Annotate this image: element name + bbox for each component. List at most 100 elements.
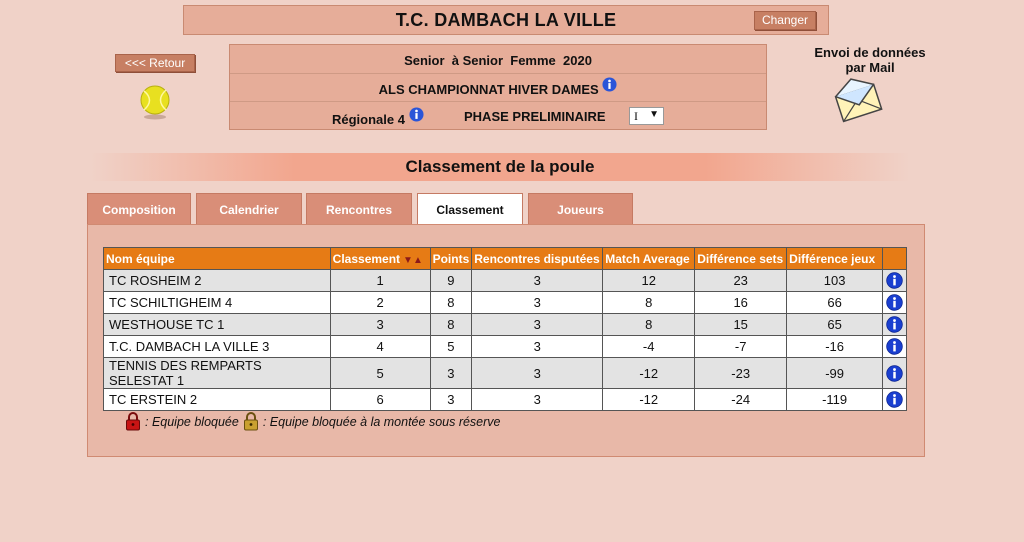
matches-played-cell: 3 — [471, 388, 604, 411]
ranking-table: Nom équipe Classement ▼▲ Points Rencontre… — [103, 247, 907, 411]
col-points[interactable]: Points — [429, 247, 473, 270]
info-icon[interactable] — [886, 338, 903, 355]
col-set-difference[interactable]: Différence sets — [694, 247, 788, 270]
rank-cell: 4 — [329, 335, 431, 358]
tab-rencontres[interactable]: Rencontres — [306, 193, 412, 225]
match-average-cell: -12 — [602, 388, 696, 411]
section-title: Classement de la poule — [405, 157, 595, 176]
info-cell — [882, 357, 907, 389]
tab-classement[interactable]: Classement — [417, 193, 523, 226]
game-difference-cell: 103 — [786, 269, 884, 292]
red-lock-icon — [126, 412, 140, 431]
rank-cell: 2 — [329, 291, 431, 314]
col-rank[interactable]: Classement ▼▲ — [329, 247, 431, 270]
set-difference-cell: 23 — [694, 269, 788, 292]
team-name-cell: TC ERSTEIN 2 — [103, 388, 331, 411]
info-cell — [882, 291, 907, 314]
table-header-row: Nom équipe Classement ▼▲ Points Rencontre… — [103, 247, 907, 270]
match-average-cell: 12 — [602, 269, 696, 292]
info-icon[interactable] — [886, 364, 903, 382]
set-difference-cell: -7 — [694, 335, 788, 358]
table-row: TC ROSHEIM 2 1 9 3 12 23 103 — [103, 269, 907, 292]
points-cell: 8 — [429, 313, 473, 336]
legend-blocked-promotion: : Equipe bloquée à la montée sous réserv… — [262, 414, 501, 429]
phase-select-value: I — [634, 109, 638, 123]
col-match-average[interactable]: Match Average — [602, 247, 696, 270]
sort-arrows-icon[interactable]: ▼▲ — [403, 255, 423, 266]
table-row: TC SCHILTIGHEIM 4 2 8 3 8 16 66 — [103, 291, 907, 314]
legend-blocked: : Equipe bloquée — [145, 414, 239, 429]
rank-cell: 1 — [329, 269, 431, 292]
info-icon[interactable] — [886, 316, 903, 333]
game-difference-cell: 65 — [786, 313, 884, 336]
match-average-cell: -4 — [602, 335, 696, 358]
matches-played-cell: 3 — [471, 291, 604, 314]
set-difference-cell: 16 — [694, 291, 788, 314]
set-difference-cell: 15 — [694, 313, 788, 336]
tab-composition[interactable]: Composition — [87, 193, 191, 225]
col-team-name[interactable]: Nom équipe — [103, 247, 331, 270]
points-cell: 5 — [429, 335, 473, 358]
table-row: TENNIS DES REMPARTS SELESTAT 1 5 3 3 -12 -23-… — [103, 357, 907, 389]
table-row: T.C. DAMBACH LA VILLE 3 4 5 3 -4 -7 -16 — [103, 335, 907, 358]
points-cell: 3 — [429, 357, 473, 389]
team-name-cell: TC ROSHEIM 2 — [103, 269, 331, 292]
info-icon[interactable] — [886, 391, 903, 408]
info-icon[interactable] — [886, 294, 903, 311]
mail-label: Envoi de données par Mail — [814, 45, 926, 75]
col-matches-played[interactable]: Rencontres disputées — [471, 247, 604, 270]
game-difference-cell: -16 — [786, 335, 884, 358]
division-row: Régionale 4 PHASE PRELIMINAIRE I ▼ — [230, 102, 766, 130]
points-cell: 3 — [429, 388, 473, 411]
team-name-cell: TC SCHILTIGHEIM 4 — [103, 291, 331, 314]
set-difference-cell: -24 — [694, 388, 788, 411]
info-icon[interactable] — [602, 77, 617, 92]
match-average-cell: 8 — [602, 313, 696, 336]
chevron-down-icon: ▼ — [649, 109, 659, 120]
championship-row: ALS CHAMPIONNAT HIVER DAMES — [230, 74, 766, 102]
tab-joueurs[interactable]: Joueurs — [528, 193, 633, 225]
game-difference-cell: -99 — [786, 357, 884, 389]
phase-select[interactable]: I ▼ — [629, 107, 664, 125]
division-label: Régionale 4 — [332, 112, 405, 127]
matches-played-cell: 3 — [471, 335, 604, 358]
section-title-bar: Classement de la poule — [90, 153, 910, 181]
category-label: Senior à Senior Femme 2020 — [404, 53, 592, 68]
tennis-ball-icon — [140, 85, 170, 120]
back-button[interactable]: <<< Retour — [115, 54, 195, 72]
rank-cell: 3 — [329, 313, 431, 336]
club-header: T.C. DAMBACH LA VILLE Changer — [183, 5, 829, 35]
info-cell — [882, 335, 907, 358]
points-cell: 9 — [429, 269, 473, 292]
info-icon[interactable] — [409, 107, 424, 122]
matches-played-cell: 3 — [471, 357, 604, 389]
tab-calendrier[interactable]: Calendrier — [196, 193, 302, 225]
gold-lock-icon — [243, 412, 258, 431]
team-name-cell: T.C. DAMBACH LA VILLE 3 — [103, 335, 331, 358]
table-row: WESTHOUSE TC 1 3 8 3 8 15 65 — [103, 313, 907, 336]
table-row: TC ERSTEIN 2 6 3 3 -12 -24 -119 — [103, 388, 907, 411]
category-row: Senior à Senior Femme 2020 — [230, 45, 766, 74]
team-name-cell: WESTHOUSE TC 1 — [103, 313, 331, 336]
info-cell — [882, 313, 907, 336]
championship-label: ALS CHAMPIONNAT HIVER DAMES — [378, 82, 599, 97]
rank-cell: 5 — [329, 357, 431, 389]
matches-played-cell: 3 — [471, 313, 604, 336]
envelope-icon[interactable] — [833, 78, 883, 124]
info-cell — [882, 269, 907, 292]
game-difference-cell: -119 — [786, 388, 884, 411]
points-cell: 8 — [429, 291, 473, 314]
club-title: T.C. DAMBACH LA VILLE — [395, 10, 617, 30]
set-difference-cell: -23 — [694, 357, 788, 389]
info-cell — [882, 388, 907, 411]
game-difference-cell: 66 — [786, 291, 884, 314]
col-info — [882, 247, 907, 270]
info-icon[interactable] — [886, 272, 903, 289]
match-average-cell: 8 — [602, 291, 696, 314]
phase-label: PHASE PRELIMINAIRE — [464, 109, 606, 124]
match-average-cell: -12 — [602, 357, 696, 389]
col-game-difference[interactable]: Différence jeux — [786, 247, 884, 270]
matches-played-cell: 3 — [471, 269, 604, 292]
team-name-cell: TENNIS DES REMPARTS SELESTAT 1 — [103, 357, 331, 389]
change-club-button[interactable]: Changer — [753, 11, 816, 30]
